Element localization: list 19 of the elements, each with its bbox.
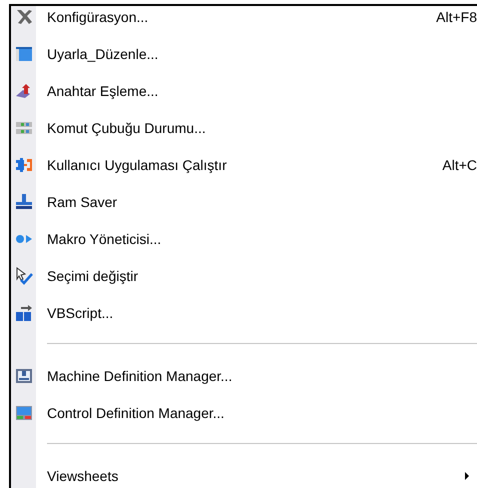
menu-item[interactable]: Viewsheets: [11, 457, 477, 488]
menu-item[interactable]: Machine Definition Manager...: [11, 357, 477, 394]
menu-item[interactable]: Komut Çubuğu Durumu...: [11, 109, 477, 146]
shortcut-label: Alt+C: [442, 156, 477, 172]
menu-item[interactable]: Kullanıcı Uygulaması Çalıştır Alt+C: [11, 146, 477, 183]
menu-item[interactable]: Anahtar Eşleme...: [11, 72, 477, 109]
plug-icon: [14, 192, 32, 210]
menu-item[interactable]: VBScript...: [11, 294, 477, 331]
key-icon: [14, 82, 32, 100]
menu-item[interactable]: Control Definition Manager...: [11, 394, 477, 431]
puzzle-icon: [14, 156, 32, 174]
shortcut-label: Alt+F8: [436, 8, 477, 24]
menu-item[interactable]: Uyarla_Düzenle...: [11, 35, 477, 72]
menu-item[interactable]: Ram Saver: [11, 183, 477, 220]
menu-item[interactable]: Konfigürasyon... Alt+F8: [11, 0, 477, 35]
menu-item[interactable]: Makro Yöneticisi...: [11, 220, 477, 257]
menu-item[interactable]: Seçimi değiştir: [11, 257, 477, 294]
cursor-check-icon: [14, 266, 32, 284]
script-arrow-icon: [14, 304, 32, 322]
